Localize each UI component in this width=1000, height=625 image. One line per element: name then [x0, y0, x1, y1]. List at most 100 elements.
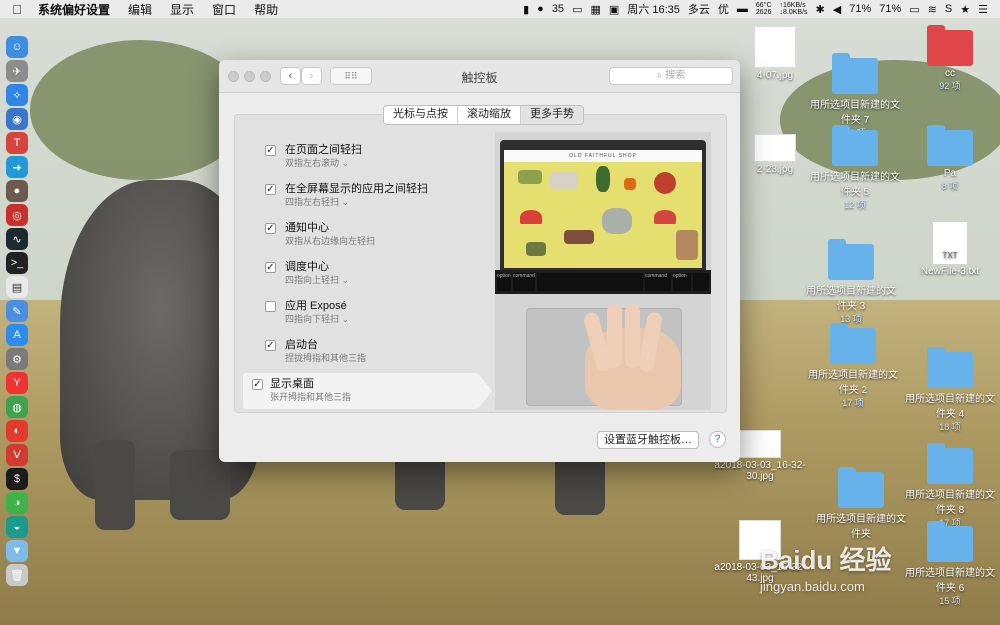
- search-placeholder: 搜索: [665, 70, 686, 81]
- status-air-quality[interactable]: 优: [718, 1, 729, 17]
- status-wechat-count[interactable]: 35: [552, 3, 564, 15]
- battery-menu-icon[interactable]: ▬: [737, 3, 748, 15]
- folder-icon: [832, 53, 878, 94]
- checkbox[interactable]: ✓: [252, 379, 263, 390]
- status-battery-1[interactable]: 71%: [849, 3, 871, 15]
- desktop-file[interactable]: 4-07.jpg: [730, 26, 820, 81]
- option-swipe-fullscreen-apps[interactable]: ✓ 在全屏幕显示的应用之间轻扫 四指左右轻扫 ⌄: [252, 178, 482, 214]
- downloads-icon[interactable]: ▼: [6, 540, 28, 562]
- finder-icon[interactable]: ☺: [6, 36, 28, 58]
- preview-object: [518, 170, 542, 184]
- bluetooth-icon[interactable]: ✱: [816, 3, 825, 16]
- checkbox[interactable]: ✓: [265, 145, 276, 156]
- preview-object: [676, 230, 698, 260]
- terminal-icon[interactable]: $: [6, 468, 28, 490]
- desktop-folder[interactable]: 用所选项目新建的文件夹 5 12 项: [810, 125, 900, 211]
- tab-scroll-zoom[interactable]: 滚动缩放: [458, 106, 521, 124]
- option-gesture-popup[interactable]: 双指左右滚动 ⌄: [285, 156, 349, 169]
- text-file-icon: TXT: [933, 222, 967, 264]
- battery-icon[interactable]: ▭: [909, 3, 919, 16]
- option-label: 在全屏幕显示的应用之间轻扫: [285, 183, 428, 195]
- app-icon[interactable]: ◎: [6, 204, 28, 226]
- app-icon[interactable]: ✎: [6, 300, 28, 322]
- terminal-icon[interactable]: >_: [6, 252, 28, 274]
- option-mission-control[interactable]: ✓ 调度中心 四指向上轻扫 ⌄: [252, 256, 482, 292]
- photo-app-icon[interactable]: ◉: [6, 108, 28, 130]
- menu-view[interactable]: 显示: [161, 1, 203, 18]
- netease-icon[interactable]: ◐: [6, 420, 28, 442]
- app-icon[interactable]: T: [6, 132, 28, 154]
- status-battery-2[interactable]: 71%: [879, 3, 901, 15]
- desktop-folder[interactable]: 用所选项目新建的文件夹 4 18 项: [905, 347, 995, 433]
- grid-icon[interactable]: ▦: [590, 3, 600, 16]
- status-network[interactable]: ↑16KB/s ↓8.0KB/s: [780, 2, 808, 16]
- activity-monitor-icon[interactable]: ∿: [6, 228, 28, 250]
- folder-name: 用所选项目新建的文件夹 5: [810, 172, 900, 198]
- tab-more-gestures[interactable]: 更多手势: [521, 106, 583, 124]
- star-icon[interactable]: ★: [960, 3, 970, 16]
- status-cpu[interactable]: 66°C 2626: [756, 2, 772, 16]
- checkbox[interactable]: ✓: [265, 262, 276, 273]
- wifi-icon[interactable]: ≋: [928, 3, 937, 16]
- checkbox[interactable]: [265, 301, 276, 312]
- help-button[interactable]: ?: [709, 431, 726, 448]
- safari-icon[interactable]: ✧: [6, 84, 28, 106]
- desktop-folder[interactable]: cc 92 项: [905, 25, 995, 92]
- checkbox[interactable]: ✓: [265, 223, 276, 234]
- option-gesture-popup[interactable]: 四指向上轻扫 ⌄: [285, 273, 349, 286]
- desktop-folder[interactable]: 用所选项目新建的文件夹 6 15 项: [905, 521, 995, 607]
- folder-icon: [927, 521, 973, 562]
- option-app-expose[interactable]: 应用 Exposé 四指向下轻扫 ⌄: [252, 295, 482, 331]
- launchpad-icon[interactable]: ✈: [6, 60, 28, 82]
- list-menu-icon[interactable]: ☰: [978, 3, 988, 16]
- option-gesture-popup[interactable]: 四指左右轻扫 ⌄: [285, 195, 349, 208]
- window-icon[interactable]: ▣: [609, 3, 619, 16]
- desktop-file[interactable]: TXT NewFile-3.txt: [905, 222, 995, 277]
- app-store-icon[interactable]: A: [6, 324, 28, 346]
- status-datetime[interactable]: 周六 16:35: [627, 1, 680, 17]
- menu-app-name[interactable]: 系统偏好设置: [34, 1, 119, 18]
- option-swipe-between-pages[interactable]: ✓ 在页面之间轻扫 双指左右滚动 ⌄: [252, 139, 482, 175]
- preview-object: [654, 210, 676, 224]
- search-field[interactable]: ⌕ 搜索: [609, 67, 733, 85]
- menu-window[interactable]: 窗口: [203, 1, 245, 18]
- trash-icon[interactable]: 🗑: [6, 564, 28, 586]
- volume-icon[interactable]: ◀: [833, 3, 841, 16]
- option-notification-center[interactable]: ✓ 通知中心 双指从右边缘向左轻扫: [252, 217, 482, 253]
- desktop-folder[interactable]: 用所选项目新建的文件夹: [816, 467, 906, 540]
- desktop-folder[interactable]: 用所选项目新建的文件夹 7 16 项: [810, 53, 900, 139]
- menu-edit[interactable]: 编辑: [119, 1, 161, 18]
- folder-name: Pa: [943, 168, 957, 179]
- app-icon[interactable]: ●: [6, 180, 28, 202]
- status-wechat-icon[interactable]: ●: [537, 3, 544, 15]
- system-preferences-icon[interactable]: ⚙: [6, 348, 28, 370]
- checkbox[interactable]: ✓: [265, 184, 276, 195]
- chrome-icon[interactable]: ◍: [6, 396, 28, 418]
- desktop-folder[interactable]: Pa 8 项: [905, 125, 995, 192]
- app-icon[interactable]: ◒: [6, 516, 28, 538]
- option-show-desktop[interactable]: ✓ 显示桌面 张开拇指和其他三指: [243, 373, 492, 409]
- checkbox[interactable]: ✓: [265, 340, 276, 351]
- status-weather[interactable]: 多云: [688, 1, 710, 17]
- desktop-folder[interactable]: 用所选项目新建的文件夹 8 17 项: [905, 443, 995, 529]
- display-icon[interactable]: ▭: [572, 3, 582, 16]
- option-launchpad[interactable]: ✓ 启动台 捏拢拇指和其他三指: [252, 334, 482, 370]
- status-app-icon[interactable]: ▮: [523, 3, 529, 16]
- yandex-icon[interactable]: Y: [6, 372, 28, 394]
- desktop-folder[interactable]: 用所选项目新建的文件夹 2 17 项: [808, 323, 898, 409]
- desktop-file[interactable]: 2-23.jpg: [730, 134, 820, 175]
- migration-icon[interactable]: ➜: [6, 156, 28, 178]
- option-gesture-popup[interactable]: 四指向下轻扫 ⌄: [285, 312, 349, 325]
- preview-icon[interactable]: ▤: [6, 276, 28, 298]
- app-s-icon[interactable]: S: [945, 3, 952, 15]
- apple-menu-icon[interactable]: : [0, 2, 34, 17]
- vivaldi-icon[interactable]: V: [6, 444, 28, 466]
- tab-point-click[interactable]: 光标与点按: [384, 106, 458, 124]
- wechat-icon[interactable]: ◑: [6, 492, 28, 514]
- option-gesture: 捏拢拇指和其他三指: [285, 353, 367, 363]
- folder-icon: [927, 443, 973, 484]
- folder-name: 用所选项目新建的文件夹 6: [905, 568, 995, 594]
- menu-help[interactable]: 帮助: [245, 1, 287, 18]
- setup-bluetooth-trackpad-button[interactable]: 设置蓝牙触控板…: [597, 431, 699, 449]
- desktop-folder[interactable]: 用所选项目新建的文件夹 3 13 项: [806, 239, 896, 325]
